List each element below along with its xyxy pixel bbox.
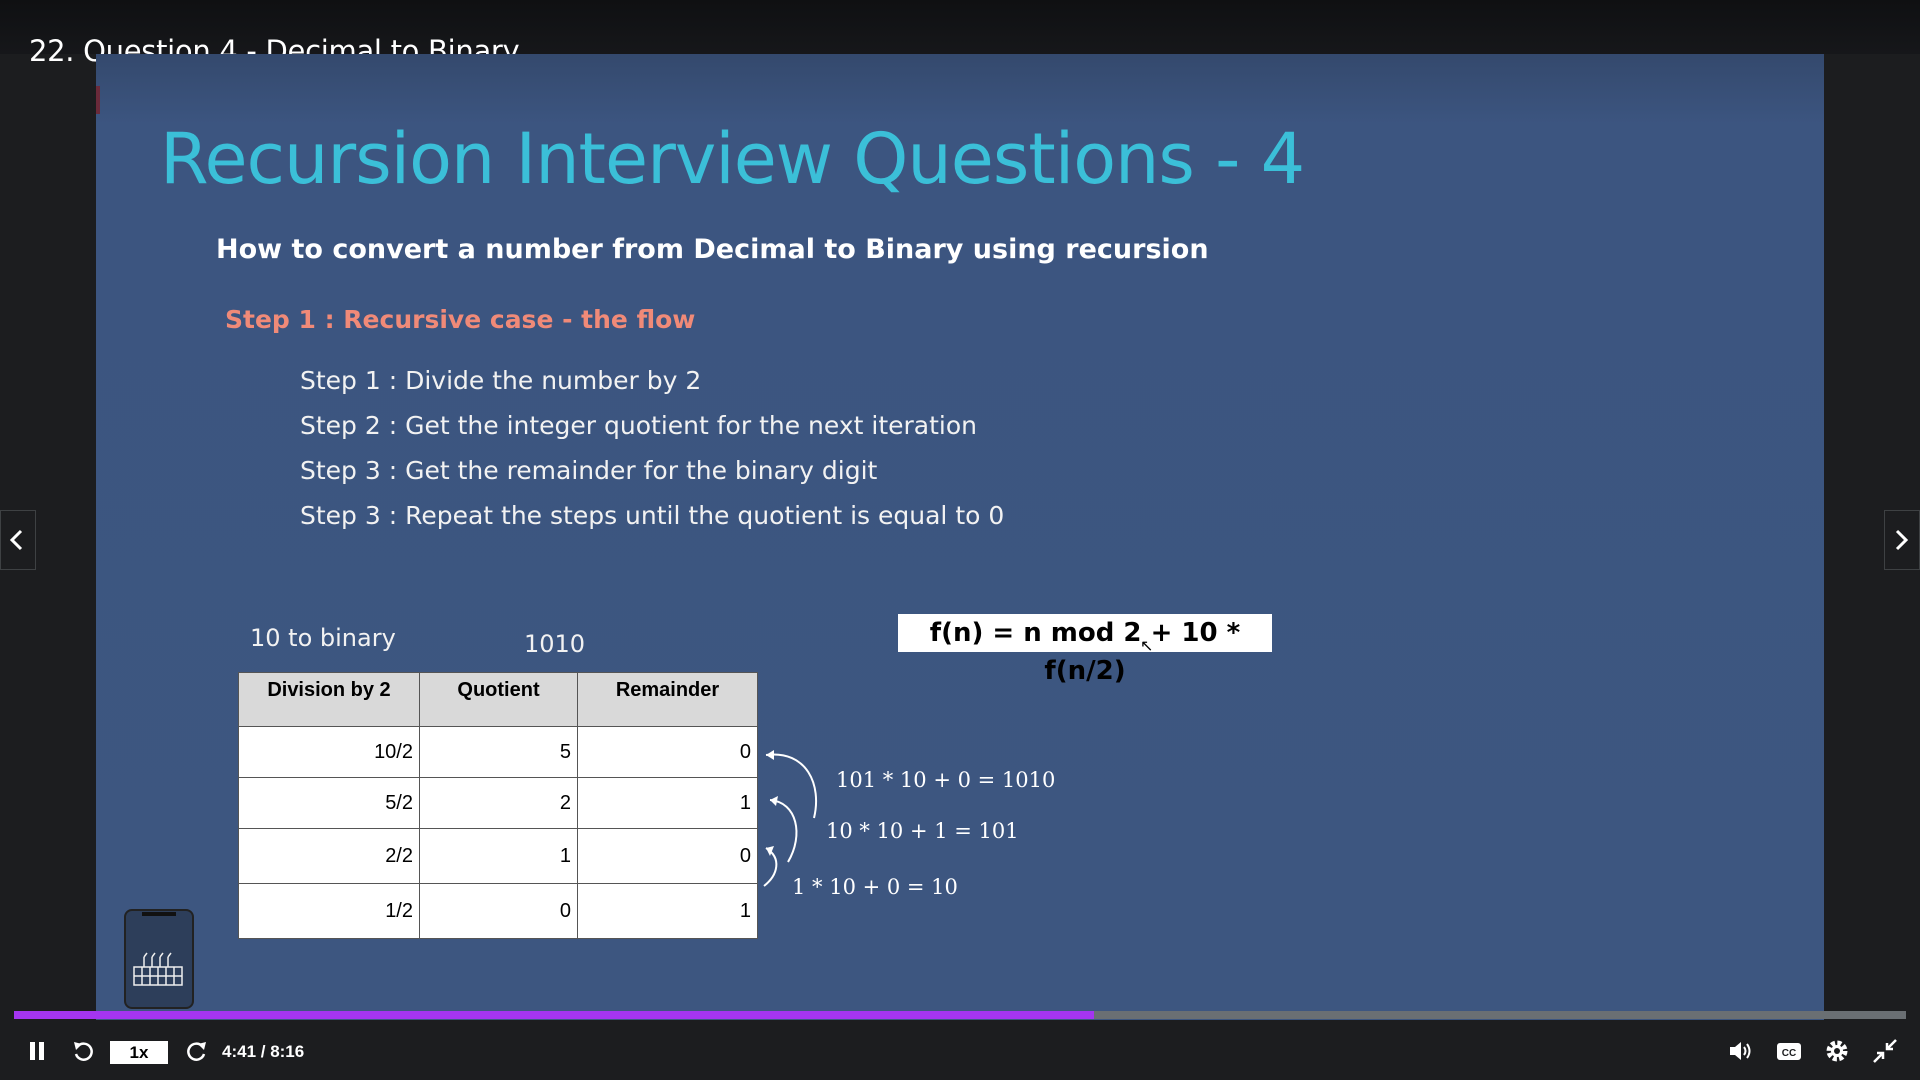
captions-icon[interactable]: CC — [1776, 1038, 1802, 1064]
step-heading: Step 1 : Recursive case - the flow — [225, 305, 696, 334]
exit-fullscreen-icon[interactable] — [1872, 1038, 1898, 1064]
chevron-left-icon — [9, 529, 23, 551]
slide-accent-mark — [96, 86, 100, 114]
table-cell: 1/2 — [238, 883, 420, 939]
recursion-arrows-icon — [763, 750, 818, 887]
slide-title: Recursion Interview Questions - 4 — [160, 118, 1305, 200]
svg-text:CC: CC — [1782, 1048, 1796, 1059]
table-row: 2/2 1 0 — [238, 828, 758, 884]
step-item: Step 3 : Repeat the steps until the quot… — [300, 501, 1005, 530]
step-item: Step 2 : Get the integer quotient for th… — [300, 411, 977, 440]
steps-list: Step 1 : Divide the number by 2 Step 2 :… — [300, 362, 1004, 542]
table-cell: 10/2 — [238, 726, 420, 778]
mouse-cursor-icon: ↖ — [1140, 638, 1154, 655]
volume-icon[interactable] — [1728, 1038, 1754, 1064]
presenter-keyboard-phone-icon — [124, 909, 194, 1009]
table-cell: 5 — [419, 726, 578, 778]
table-row: 10/2 5 0 — [238, 726, 758, 778]
playback-speed-button[interactable]: 1x — [110, 1041, 168, 1064]
table-cell: 2 — [419, 777, 578, 829]
recursive-formula: f(n) = n mod 2 + 10 * f(n/2) — [898, 614, 1272, 686]
calculation-line: 1 * 10 + 0 = 10 — [792, 875, 958, 899]
forward-icon[interactable] — [184, 1038, 208, 1064]
time-display: 4:41 / 8:16 — [222, 1042, 305, 1061]
progress-bar[interactable] — [14, 1011, 1906, 1019]
division-table: Division by 2 Quotient Remainder 10/2 5 … — [238, 672, 758, 939]
table-cell: 2/2 — [238, 828, 420, 884]
example-result: 1010 — [524, 630, 586, 658]
table-row: 5/2 2 1 — [238, 777, 758, 829]
settings-icon[interactable] — [1824, 1038, 1850, 1064]
table-header: Remainder — [577, 672, 758, 727]
rewind-icon[interactable] — [72, 1038, 96, 1064]
prev-lecture-button[interactable] — [0, 510, 36, 570]
calculation-line: 101 * 10 + 0 = 1010 — [836, 768, 1056, 792]
table-cell: 1 — [577, 883, 758, 939]
pause-icon[interactable] — [28, 1038, 46, 1064]
example-label: 10 to binary — [250, 624, 396, 652]
step-item: Step 3 : Get the remainder for the binar… — [300, 456, 878, 485]
table-cell: 0 — [577, 828, 758, 884]
table-header: Quotient — [419, 672, 578, 727]
calculation-line: 10 * 10 + 1 = 101 — [826, 819, 1019, 843]
slide-subtitle: How to convert a number from Decimal to … — [216, 234, 1209, 265]
table-header: Division by 2 — [238, 672, 420, 727]
table-header-row: Division by 2 Quotient Remainder — [238, 672, 758, 727]
table-cell: 1 — [419, 828, 578, 884]
next-lecture-button[interactable] — [1884, 510, 1920, 570]
table-cell: 1 — [577, 777, 758, 829]
table-cell: 5/2 — [238, 777, 420, 829]
progress-fill — [14, 1011, 1094, 1019]
table-row: 1/2 0 1 — [238, 883, 758, 939]
table-cell: 0 — [577, 726, 758, 778]
step-item: Step 1 : Divide the number by 2 — [300, 366, 702, 395]
chevron-right-icon — [1895, 529, 1909, 551]
table-cell: 0 — [419, 883, 578, 939]
